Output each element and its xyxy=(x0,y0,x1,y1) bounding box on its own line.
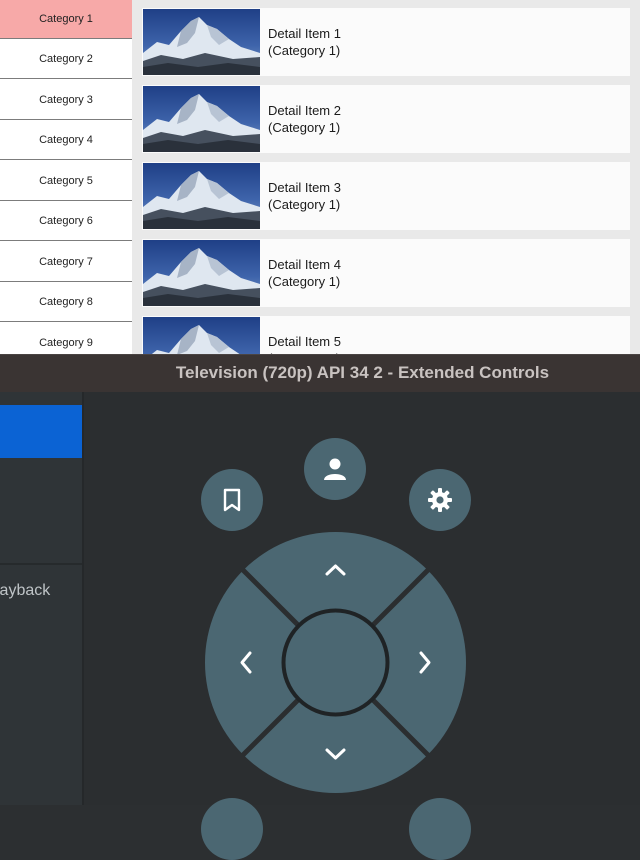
category-item[interactable]: Category 1 xyxy=(0,0,132,39)
app-screen: Category 1 Category 2 Category 3 Categor… xyxy=(0,0,640,354)
category-item[interactable]: Category 8 xyxy=(0,282,132,322)
detail-card[interactable]: Detail Item 4 (Category 1) xyxy=(142,239,630,307)
category-item[interactable]: Category 9 xyxy=(0,323,132,354)
extended-controls-panel: d layback xyxy=(0,392,640,860)
bottom-right-button[interactable] xyxy=(409,798,471,860)
mountain-thumbnail xyxy=(143,86,260,152)
bottom-left-button[interactable] xyxy=(201,798,263,860)
category-item[interactable]: Category 7 xyxy=(0,242,132,282)
sidebar-item[interactable] xyxy=(0,459,82,563)
dpad-center-button[interactable] xyxy=(281,608,390,717)
gear-icon xyxy=(428,488,452,512)
bookmark-button[interactable] xyxy=(201,469,263,531)
detail-card[interactable]: Detail Item 2 (Category 1) xyxy=(142,85,630,153)
mountain-thumbnail xyxy=(143,9,260,75)
category-list: Category 1 Category 2 Category 3 Categor… xyxy=(0,0,132,354)
profile-button[interactable] xyxy=(304,438,366,500)
window-title: Television (720p) API 34 2 - Extended Co… xyxy=(175,363,550,382)
mountain-thumbnail xyxy=(143,163,260,229)
detail-card[interactable]: Detail Item 3 (Category 1) xyxy=(142,162,630,230)
bookmark-icon xyxy=(223,488,241,512)
detail-list: Detail Item 1 (Category 1) Detail Item 2… xyxy=(132,0,640,354)
mountain-thumbnail xyxy=(143,240,260,306)
controls-sidebar: d layback xyxy=(0,392,84,805)
detail-card[interactable]: Detail Item 1 (Category 1) xyxy=(142,8,630,76)
sidebar-divider xyxy=(0,563,82,565)
detail-label: Detail Item 3 (Category 1) xyxy=(268,180,341,212)
detail-label: Detail Item 1 (Category 1) xyxy=(268,26,341,58)
category-item[interactable]: Category 5 xyxy=(0,161,132,201)
window-titlebar[interactable]: Television (720p) API 34 2 - Extended Co… xyxy=(0,354,640,392)
person-icon xyxy=(324,458,346,480)
mountain-thumbnail xyxy=(143,317,260,354)
detail-label: Detail Item 5 (Category 1) xyxy=(268,334,341,354)
category-item[interactable]: Category 2 xyxy=(0,39,132,79)
category-item[interactable]: Category 4 xyxy=(0,120,132,160)
detail-card[interactable]: Detail Item 5 (Category 1) xyxy=(142,316,630,354)
sidebar-item-label: layback xyxy=(0,582,51,599)
category-item[interactable]: Category 6 xyxy=(0,201,132,241)
category-item[interactable]: Category 3 xyxy=(0,80,132,120)
sidebar-item-label: d xyxy=(0,422,1,440)
sidebar-item-active[interactable]: d xyxy=(0,405,82,458)
sidebar-item-playback[interactable]: layback xyxy=(0,566,82,616)
settings-button[interactable] xyxy=(409,469,471,531)
detail-label: Detail Item 2 (Category 1) xyxy=(268,103,341,135)
detail-label: Detail Item 4 (Category 1) xyxy=(268,257,341,289)
dpad[interactable] xyxy=(205,532,466,793)
